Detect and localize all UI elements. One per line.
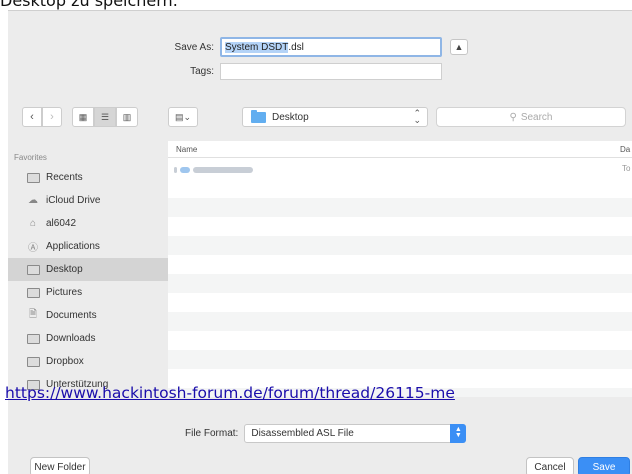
sidebar-item-label: al6042 xyxy=(46,218,77,229)
view-mode-control: ▦ ☰ ▥ xyxy=(72,107,138,127)
sidebar-item-label: Pictures xyxy=(46,287,83,298)
cloud-icon: ☁ xyxy=(28,195,38,206)
file-list-header: Name Da xyxy=(168,141,632,158)
save-as-input[interactable]: System DSDT .dsl xyxy=(220,37,442,57)
sidebar-item-documents[interactable]: 🗎 Documents xyxy=(8,304,168,327)
save-dialog: Save As: System DSDT .dsl ▲ Tags: ‹ › ▦ ☰… xyxy=(8,10,632,474)
sidebar-heading: Favorites xyxy=(14,153,47,162)
blurred-filename xyxy=(174,166,274,173)
documents-icon: 🗎 xyxy=(28,309,38,320)
sidebar-item-label: Recents xyxy=(46,172,83,183)
list-icon: ☰ xyxy=(100,111,110,122)
sidebar-item-recents[interactable]: Recents xyxy=(8,166,168,189)
save-as-label: Save As: xyxy=(174,41,214,53)
new-folder-button[interactable]: New Folder xyxy=(30,457,90,474)
save-button[interactable]: Save xyxy=(578,457,630,474)
sidebar-item-home[interactable]: ⌂ al6042 xyxy=(8,212,168,235)
sidebar-item-downloads[interactable]: Downloads xyxy=(8,327,168,350)
sidebar-item-label: Applications xyxy=(46,241,100,252)
back-button[interactable]: ‹ xyxy=(22,107,42,127)
file-format-select[interactable]: Disassembled ASL File ▲ ▼ xyxy=(244,423,467,443)
cancel-button[interactable]: Cancel xyxy=(526,457,574,474)
chevron-right-icon: › xyxy=(50,111,54,123)
arrange-button[interactable]: ▤⌄ xyxy=(168,107,198,127)
expand-button[interactable]: ▲ xyxy=(450,39,468,55)
grid-icon: ▦ xyxy=(78,111,88,122)
forward-button[interactable]: › xyxy=(42,107,62,127)
sidebar-item-icloud-drive[interactable]: ☁ iCloud Drive xyxy=(8,189,168,212)
sidebar-item-label: Documents xyxy=(46,310,97,321)
watermark-url-link[interactable]: https://www.hackintosh-forum.de/forum/th… xyxy=(5,384,455,402)
table-row[interactable]: To xyxy=(168,160,632,179)
pictures-folder-icon xyxy=(26,287,40,299)
applications-icon: Ⓐ xyxy=(28,243,38,254)
filename-selected-text: System DSDT xyxy=(225,41,289,53)
column-view-button[interactable]: ▥ xyxy=(116,107,138,127)
dropbox-folder-icon xyxy=(26,356,40,368)
search-field[interactable]: ⚲ Search xyxy=(436,107,626,127)
columns-icon: ▥ xyxy=(122,111,132,122)
downloads-folder-icon xyxy=(26,333,40,345)
save-as-row: Save As: System DSDT .dsl ▲ xyxy=(168,37,468,57)
sidebar-item-label: iCloud Drive xyxy=(46,195,101,206)
sidebar: Favorites Recents ☁ iCloud Drive ⌂ al6042 … xyxy=(8,141,168,397)
filename-extension: .dsl xyxy=(288,41,304,53)
file-format-label: File Format: xyxy=(185,427,239,439)
icon-view-button[interactable]: ▦ xyxy=(72,107,94,127)
file-date: To xyxy=(622,164,631,173)
browser-toolbar: ‹ › ▦ ☰ ▥ ▤⌄ Desktop ⌃ ⌄ ⚲ Search xyxy=(22,107,632,129)
tags-row: Tags: xyxy=(168,62,442,80)
tags-label: Tags: xyxy=(190,65,214,77)
desktop-folder-icon xyxy=(26,264,40,276)
search-placeholder: Search xyxy=(520,111,553,123)
stepper-arrows-icon: ⌃ ⌄ xyxy=(413,108,421,125)
sidebar-item-label: Desktop xyxy=(46,264,83,275)
recents-icon xyxy=(26,172,40,184)
chevron-left-icon: ‹ xyxy=(30,111,34,123)
sidebar-item-label: Downloads xyxy=(46,333,96,344)
desktop-folder-icon xyxy=(251,109,266,123)
file-format-row: File Format: Disassembled ASL File ▲ ▼ xyxy=(185,423,467,443)
location-popup[interactable]: Desktop ⌃ ⌄ xyxy=(242,107,428,127)
list-view-button[interactable]: ☰ xyxy=(94,107,116,127)
location-label: Desktop xyxy=(272,111,309,123)
arrange-icon: ▤⌄ xyxy=(174,111,192,122)
tags-input[interactable] xyxy=(220,62,442,80)
sidebar-item-applications[interactable]: Ⓐ Applications xyxy=(8,235,168,258)
date-column-header[interactable]: Da xyxy=(620,145,630,154)
file-format-value: Disassembled ASL File xyxy=(251,427,354,439)
sidebar-item-label: Dropbox xyxy=(46,356,84,367)
name-column-header[interactable]: Name xyxy=(176,145,197,154)
search-icon: ⚲ xyxy=(509,111,517,123)
chevron-up-icon: ▲ xyxy=(454,42,464,52)
back-forward-control: ‹ › xyxy=(22,107,62,127)
chevron-updown-icon: ▲ ▼ xyxy=(450,423,467,443)
file-list: Name Da To xyxy=(168,141,632,397)
sidebar-item-dropbox[interactable]: Dropbox xyxy=(8,350,168,373)
home-icon: ⌂ xyxy=(29,218,37,229)
page-caption: Desktop zu speichern. xyxy=(0,0,178,10)
sidebar-item-desktop[interactable]: Desktop xyxy=(8,258,168,281)
sidebar-item-pictures[interactable]: Pictures xyxy=(8,281,168,304)
